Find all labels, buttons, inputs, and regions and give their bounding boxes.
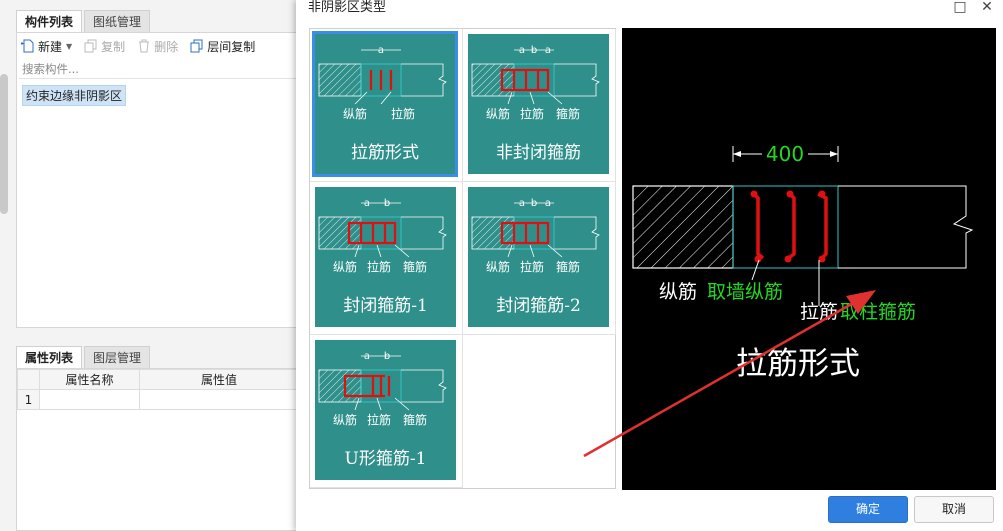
- diagram-note: 纵筋: [486, 106, 510, 121]
- diagram-note: 箍筋: [556, 259, 580, 274]
- maximize-icon[interactable]: □: [952, 0, 968, 16]
- tie-bars: [752, 192, 828, 262]
- leader-long: [751, 259, 760, 281]
- diagram-note: 纵筋: [333, 259, 357, 274]
- tab-layer-management[interactable]: 图层管理: [84, 346, 151, 368]
- type-option-2[interactable]: a b a 纵筋 拉筋 箍筋非封闭箍筋: [463, 29, 616, 182]
- component-list-pane: 新建 ▼ 复制 删除 层间复制 搜索构件...: [16, 32, 300, 328]
- dimension-label: a: [545, 45, 551, 56]
- trash-icon: [139, 39, 150, 53]
- component-tabs: 构件列表 图纸管理: [16, 10, 152, 32]
- type-diagram: a b 纵筋 拉筋 箍筋: [318, 198, 447, 274]
- cancel-button[interactable]: 取消: [914, 496, 994, 523]
- floor-copy-button[interactable]: 层间复制: [190, 38, 255, 55]
- row-number: 1: [17, 389, 40, 410]
- annotation-arrow: [583, 290, 876, 458]
- dimension-label: b: [384, 198, 390, 209]
- close-icon[interactable]: ✕: [979, 0, 995, 16]
- diagram-note: 拉筋: [391, 106, 415, 121]
- floor-copy-label: 层间复制: [207, 39, 256, 54]
- dimension-label: a: [545, 198, 551, 209]
- diagram-note: 拉筋: [520, 106, 544, 121]
- type-diagram: a b a 纵筋 拉筋 箍筋: [471, 45, 600, 121]
- diagram-note: 拉筋: [367, 259, 391, 274]
- tab-component-list[interactable]: 构件列表: [16, 10, 83, 32]
- diagram-note: 纵筋: [486, 259, 510, 274]
- new-button[interactable]: 新建 ▼: [21, 38, 72, 55]
- type-label: 拉筋形式: [351, 143, 419, 163]
- type-option-5[interactable]: a b 纵筋 拉筋 箍筋 U形箍筋-1: [310, 335, 463, 488]
- left-scrollbar[interactable]: [0, 74, 8, 214]
- dimension-label: a: [519, 45, 525, 56]
- tab-drawing-management[interactable]: 图纸管理: [84, 10, 151, 32]
- type-label: 非封闭箍筋: [496, 143, 581, 163]
- column-outline: [838, 185, 974, 269]
- wall-hatch: [632, 185, 734, 269]
- property-pane: 属性名称 属性值 1: [16, 368, 300, 531]
- delete-button[interactable]: 删除: [137, 38, 178, 55]
- diagram-note: 拉筋: [520, 259, 544, 274]
- column-header-name: 属性名称: [39, 369, 140, 390]
- dimension-label: a: [364, 351, 370, 362]
- dimension-label: a: [378, 45, 384, 56]
- type-label: U形箍筋-1: [344, 449, 427, 469]
- search-input[interactable]: 搜索构件...: [19, 59, 297, 79]
- diagram-note: 箍筋: [556, 106, 580, 121]
- type-label: 封闭箍筋-1: [343, 296, 428, 316]
- type-grid: a 纵筋 拉筋 拉筋形式 a b a 纵筋 拉筋 箍筋 非封闭箍筋 a b 纵筋 拉筋 箍筋 封闭箍筋-1 a b a…: [309, 28, 616, 489]
- dialog-title: 非阴影区类型: [308, 0, 387, 15]
- new-label: 新建: [38, 39, 63, 54]
- property-tabs: 属性列表 图层管理: [16, 346, 152, 368]
- ok-button[interactable]: 确定: [828, 496, 908, 523]
- type-card: a b 纵筋 拉筋 箍筋封闭箍筋-1: [315, 187, 456, 327]
- dimension-value: 400: [766, 142, 804, 166]
- copy-label: 复制: [101, 39, 126, 54]
- new-icon: [21, 39, 34, 53]
- rebar-dots: [750, 190, 826, 263]
- column-header-value: 属性值: [139, 369, 299, 390]
- tab-property-list[interactable]: 属性列表: [16, 346, 83, 368]
- dimension-label: a: [519, 198, 525, 209]
- dimension-label: b: [531, 198, 537, 209]
- row-header-corner: [17, 369, 40, 390]
- type-option-1[interactable]: a 纵筋 拉筋拉筋形式: [310, 29, 463, 182]
- component-panel: 构件列表 图纸管理 新建 ▼ 复制 删除 层间复制 搜索构件... 约束边缘非阴…: [0, 0, 300, 531]
- tree-item-selected[interactable]: 约束边缘非阴影区: [22, 85, 127, 106]
- diagram-note: 纵筋: [333, 412, 357, 427]
- copy-icon: [84, 39, 97, 53]
- property-name-cell[interactable]: [39, 389, 140, 410]
- diagram-note: 纵筋: [343, 106, 367, 121]
- diagram-note: 箍筋: [403, 412, 427, 427]
- type-card: a b a 纵筋 拉筋 箍筋非封闭箍筋: [468, 34, 609, 174]
- type-diagram: a b 纵筋 拉筋 箍筋: [318, 351, 447, 427]
- diagram-note: 箍筋: [403, 259, 427, 274]
- delete-label: 删除: [154, 39, 179, 54]
- copy-button[interactable]: 复制: [84, 38, 125, 55]
- diagram-note: 拉筋: [367, 412, 391, 427]
- floor-copy-icon: [190, 39, 203, 53]
- new-dropdown-icon[interactable]: ▼: [66, 42, 72, 51]
- property-table: 属性名称 属性值 1: [17, 369, 299, 410]
- type-card: a b 纵筋 拉筋 箍筋 U形箍筋-1: [315, 340, 456, 480]
- component-toolbar: 新建 ▼ 复制 删除 层间复制: [17, 33, 299, 59]
- type-diagram: a 纵筋 拉筋: [318, 45, 447, 121]
- table-row[interactable]: 1: [17, 389, 299, 410]
- property-value-cell[interactable]: [139, 389, 299, 410]
- type-option-3[interactable]: a b 纵筋 拉筋 箍筋封闭箍筋-1: [310, 182, 463, 335]
- dimension-label: b: [531, 45, 537, 56]
- dimension-label: a: [364, 198, 370, 209]
- dimension-label: b: [384, 351, 390, 362]
- shadow-zone-type-dialog: 非阴影区类型 □ ✕ a 纵筋 拉筋 拉筋形式 a b a 纵筋 拉筋 箍筋 非封闭箍筋 a b 纵筋 拉筋…: [296, 0, 1003, 531]
- type-card: a 纵筋 拉筋拉筋形式: [312, 31, 458, 177]
